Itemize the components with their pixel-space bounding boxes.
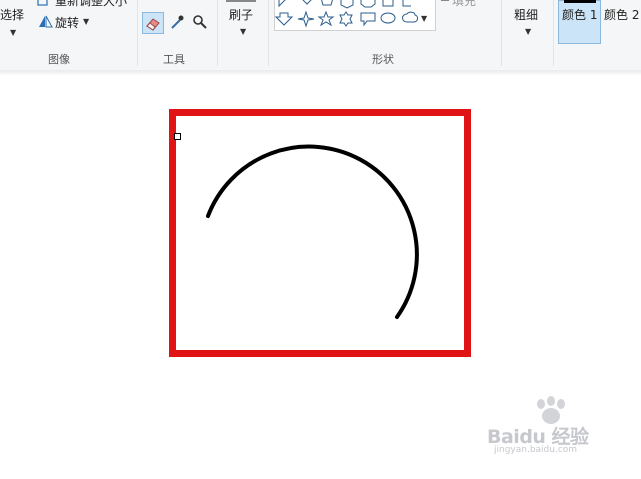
watermark-url: jingyan.baidu.com xyxy=(494,445,578,455)
divider xyxy=(137,0,138,66)
shapes-gallery-expand-icon[interactable]: ▼ xyxy=(421,14,427,23)
fill-icon xyxy=(438,0,452,4)
rotate-button[interactable]: 旋转 xyxy=(55,14,79,31)
divider xyxy=(501,0,502,66)
resize-button[interactable]: 重新调整大小 xyxy=(55,0,127,9)
magnifier-icon[interactable] xyxy=(190,12,210,32)
fill-button[interactable]: 填充 xyxy=(452,0,476,9)
group-label-shapes: 形状 xyxy=(372,53,394,66)
group-label-tools: 工具 xyxy=(163,53,185,66)
resize-icon xyxy=(36,0,52,8)
eraser-icon[interactable] xyxy=(142,12,164,34)
color1-swatch xyxy=(564,0,596,3)
ribbon: 选择 ▼ 重新调整大小 旋转 ▼ 图像 工具 刷子 ▼ ▼ 填充 形状 粗细 ▼… xyxy=(0,0,641,71)
shapes-gallery xyxy=(274,0,436,31)
size-button[interactable]: 粗细 xyxy=(514,6,538,23)
rotate-icon xyxy=(36,12,54,30)
black-arc xyxy=(206,144,419,319)
resize-handle[interactable] xyxy=(174,133,181,140)
rotate-dropdown-icon[interactable]: ▼ xyxy=(83,17,89,26)
color1-label: 颜色 1 xyxy=(562,8,598,22)
brushes-dropdown-icon[interactable]: ▼ xyxy=(240,27,246,36)
divider xyxy=(553,0,554,66)
color-picker-icon[interactable] xyxy=(167,12,187,32)
brush-preview xyxy=(226,0,256,2)
divider xyxy=(268,0,269,66)
brushes-button[interactable]: 刷子 xyxy=(229,6,253,23)
select-button[interactable]: 选择 xyxy=(0,6,24,23)
select-dropdown-icon[interactable]: ▼ xyxy=(10,28,16,37)
color2-button[interactable]: 颜色 2 xyxy=(604,6,639,23)
group-label-image: 图像 xyxy=(48,53,70,66)
divider xyxy=(217,0,218,66)
size-dropdown-icon[interactable]: ▼ xyxy=(525,27,531,36)
